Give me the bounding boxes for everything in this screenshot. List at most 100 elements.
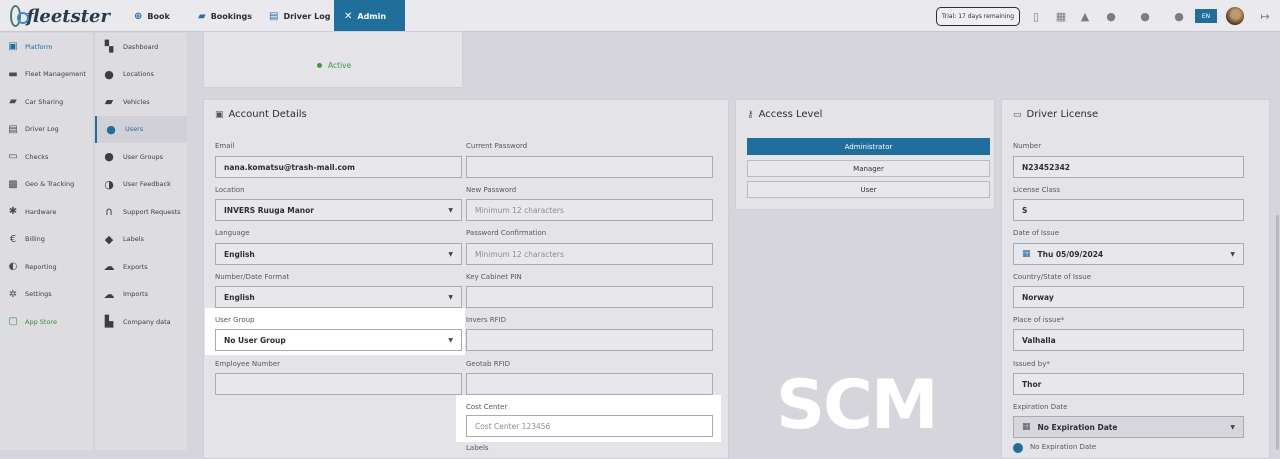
- sidebar-item-label: Driver Log: [25, 125, 59, 134]
- user-groups-icon: ●: [104, 150, 114, 164]
- no-expiration-checkbox[interactable]: [1013, 443, 1023, 453]
- caret-down-icon: ▼: [448, 251, 453, 258]
- key-cabinet-pin-field[interactable]: [466, 286, 713, 308]
- avatar[interactable]: [1226, 7, 1244, 25]
- license-class-field[interactable]: S: [1013, 199, 1244, 221]
- sidebar-item-checks[interactable]: ▭ Checks: [0, 143, 93, 171]
- top-bar: fleetster ⊕ Book ▰ Bookings ▤ Driver Log ✕ A…: [0, 0, 1280, 32]
- date-of-issue-value: Thu 05/09/2024: [1037, 249, 1104, 259]
- place-of-issue-field[interactable]: Valhalla: [1013, 329, 1244, 351]
- cloud-upload-icon: ☁: [103, 260, 115, 274]
- email-label: Email: [215, 142, 235, 150]
- cost-center-label: Cost Center: [466, 403, 508, 411]
- account-details-title: ▣ Account Details: [215, 109, 307, 120]
- sidebar-item-support-requests[interactable]: ∩ Support Requests: [95, 198, 187, 226]
- invers-rfid-field[interactable]: [466, 329, 713, 351]
- logout-icon[interactable]: ↦: [1258, 9, 1272, 23]
- sidebar-item-geo-tracking[interactable]: ▩ Geo & Tracking: [0, 171, 93, 199]
- access-level-administrator[interactable]: Administrator: [747, 138, 990, 155]
- date-of-issue-select[interactable]: ▦ Thu 05/09/2024 ▼: [1013, 243, 1244, 265]
- current-password-field[interactable]: [466, 156, 713, 178]
- driver-log-icon: ▤: [8, 123, 18, 135]
- access-level-user[interactable]: User: [747, 181, 990, 198]
- email-field[interactable]: nana.komatsu@trash-mail.com: [215, 156, 462, 178]
- access-level-manager[interactable]: Manager: [747, 160, 990, 177]
- language-button[interactable]: EN: [1195, 9, 1217, 23]
- caret-down-icon: ▼: [448, 337, 453, 344]
- fleetster-logo[interactable]: fleetster: [10, 5, 110, 27]
- license-number-field[interactable]: N23452342: [1013, 156, 1244, 178]
- password-confirmation-placeholder: Minimum 12 characters: [475, 249, 564, 259]
- new-password-field[interactable]: Minimum 12 characters: [466, 199, 713, 221]
- main-content: Active ▣ Account Details Email nana.komat…: [188, 31, 1280, 459]
- trial-badge[interactable]: Trial: 17 days remaining: [936, 7, 1021, 26]
- calendar-icon[interactable]: ▦: [1054, 9, 1068, 23]
- sidebar-item-settings[interactable]: ✲ Settings: [0, 281, 93, 309]
- nav-bookings[interactable]: ▰ Bookings: [188, 0, 262, 32]
- sidebar-item-label: Geo & Tracking: [25, 180, 75, 189]
- country-field[interactable]: Norway: [1013, 286, 1244, 308]
- language-select[interactable]: English ▼: [215, 243, 462, 265]
- location-select[interactable]: INVERS Ruuga Manor ▼: [215, 199, 462, 221]
- current-password-label: Current Password: [466, 142, 528, 150]
- geotab-rfid-field[interactable]: [466, 373, 713, 395]
- issued-by-value: Thor: [1022, 379, 1042, 389]
- user-group-label: User Group: [215, 316, 255, 324]
- sidebar-item-car-sharing[interactable]: ▰ Car Sharing: [0, 88, 93, 116]
- nav-driver-log[interactable]: ▤ Driver Log: [259, 0, 340, 32]
- sidebar-item-hardware[interactable]: ✱ Hardware: [0, 198, 93, 226]
- sidebar-item-platform[interactable]: ▣ Platform: [0, 33, 93, 61]
- issued-by-field[interactable]: Thor: [1013, 373, 1244, 395]
- number-format-select[interactable]: English ▼: [215, 286, 462, 308]
- access-level-title-text: Access Level: [758, 109, 823, 120]
- location-label: Location: [215, 186, 245, 194]
- reporting-icon: ◐: [8, 261, 18, 273]
- nav-admin[interactable]: ✕ Admin: [334, 0, 405, 32]
- employee-number-field[interactable]: [215, 373, 462, 395]
- labels-label: Labels: [466, 444, 489, 452]
- nav-bookings-label: Bookings: [210, 11, 253, 21]
- sidebar-item-labels[interactable]: ◆ Labels: [95, 226, 187, 254]
- sidebar-item-user-feedback[interactable]: ◑ User Feedback: [95, 171, 187, 199]
- password-confirmation-field[interactable]: Minimum 12 characters: [466, 243, 713, 265]
- expiration-date-select[interactable]: ▦ No Expiration Date ▼: [1013, 416, 1244, 438]
- sidebar-item-billing[interactable]: € Billing: [0, 226, 93, 254]
- cost-center-field[interactable]: Cost Center 123456: [466, 415, 713, 437]
- access-level-title: ⚷ Access Level: [747, 109, 822, 120]
- number-format-value: English: [224, 292, 255, 302]
- clipboard-icon[interactable]: ▯: [1029, 9, 1043, 23]
- sidebar-item-label: Fleet Management: [25, 70, 86, 79]
- tools-icon: ✕: [344, 10, 353, 22]
- sidebar-item-vehicles[interactable]: ▰ Vehicles: [95, 88, 187, 116]
- sidebar-item-locations[interactable]: ● Locations: [95, 61, 187, 89]
- access-level-card: ⚷ Access Level Administrator Manager User: [735, 99, 995, 210]
- number-format-label: Number/Date Format: [215, 273, 290, 281]
- sidebar-item-driver-log[interactable]: ▤ Driver Log: [0, 116, 93, 144]
- expiration-date-label: Expiration Date: [1013, 403, 1068, 411]
- sidebar-item-fleet-management[interactable]: ▬ Fleet Management: [0, 61, 93, 89]
- sidebar-item-exports[interactable]: ☁ Exports: [95, 253, 187, 281]
- sidebar-item-dashboard[interactable]: ▚ Dashboard: [95, 33, 187, 61]
- nav-book[interactable]: ⊕ Book: [124, 0, 180, 32]
- caret-down-icon: ▼: [448, 294, 453, 301]
- sidebar-item-imports[interactable]: ☁ Imports: [95, 281, 187, 309]
- sidebar-item-app-store[interactable]: ▢ App Store: [0, 308, 93, 336]
- sidebar-item-users[interactable]: ● Users: [95, 115, 187, 143]
- user-group-select[interactable]: No User Group ▼: [215, 329, 462, 351]
- calendar-icon: ▦: [1022, 422, 1031, 432]
- sidebar-item-label: Exports: [123, 262, 148, 271]
- scrollbar[interactable]: [1276, 215, 1279, 450]
- help-icon[interactable]: ●: [1138, 9, 1152, 23]
- sidebar-item-company-data[interactable]: ▙ Company data: [95, 308, 187, 336]
- sidebar-item-label: Users: [125, 125, 144, 134]
- id-card-icon: ▭: [1013, 109, 1022, 120]
- new-password-placeholder: Minimum 12 characters: [475, 205, 564, 215]
- calendar-icon: ▦: [1022, 249, 1031, 259]
- warning-icon[interactable]: ▲: [1078, 9, 1092, 23]
- sidebar-item-user-groups[interactable]: ● User Groups: [95, 143, 187, 171]
- lock-icon: ▣: [215, 109, 224, 120]
- license-number-label: Number: [1013, 142, 1042, 150]
- info-icon[interactable]: ●: [1104, 9, 1118, 23]
- globe-icon[interactable]: ●: [1172, 9, 1186, 23]
- sidebar-item-reporting[interactable]: ◐ Reporting: [0, 253, 93, 281]
